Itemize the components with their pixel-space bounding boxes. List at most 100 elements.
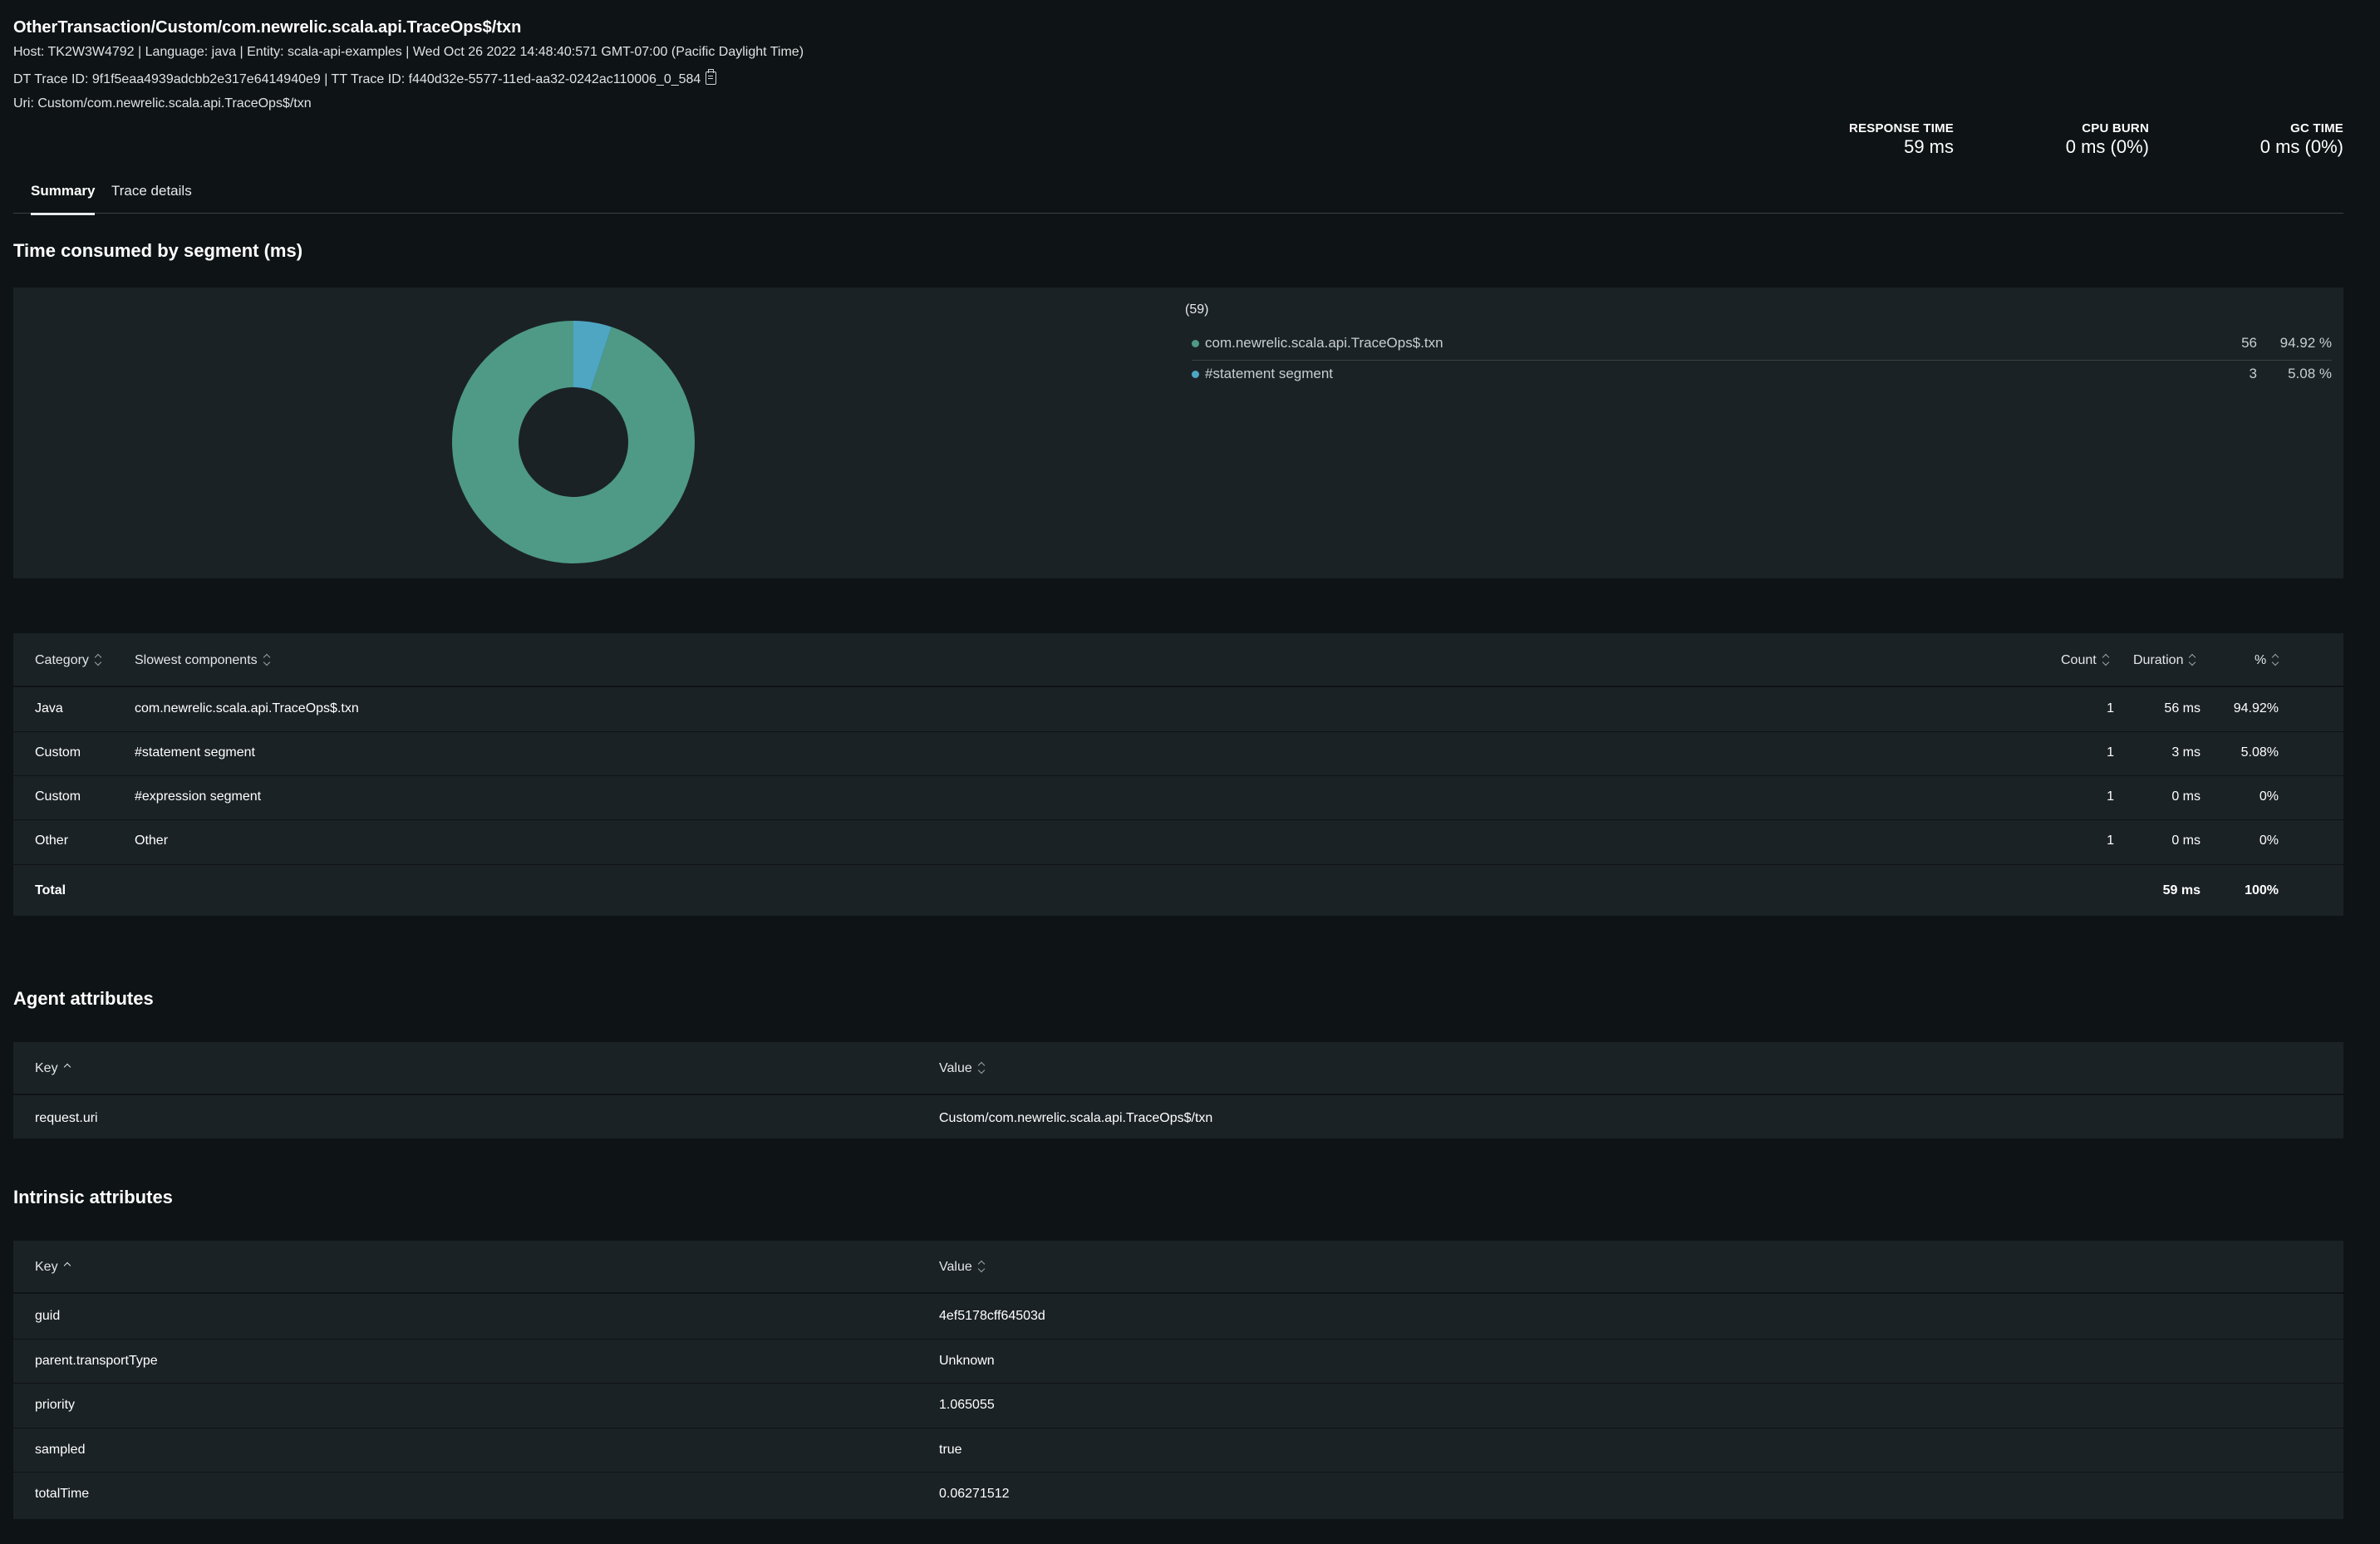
- sort-icon: [263, 653, 271, 666]
- cell-percent: 5.08%: [2240, 745, 2279, 760]
- column-value[interactable]: Value: [939, 1260, 986, 1275]
- column-key[interactable]: Key: [35, 1260, 71, 1275]
- sort-icon: [94, 653, 102, 666]
- column-label: Category: [35, 653, 89, 667]
- row-divider: [13, 864, 2343, 865]
- legend-item[interactable]: #statement segment 3 5.08 %: [1192, 361, 2332, 391]
- row-divider: [13, 1472, 2343, 1473]
- sort-icon: [2188, 653, 2196, 666]
- intrinsic-attributes-heading: Intrinsic attributes: [13, 1187, 173, 1207]
- cell-duration: 56 ms: [2164, 701, 2201, 715]
- attribute-key: totalTime: [35, 1487, 90, 1501]
- column-label: Value: [939, 1260, 972, 1274]
- row-divider: [13, 819, 2343, 820]
- legend-dot: [1192, 371, 1199, 378]
- column-value[interactable]: Value: [939, 1061, 986, 1076]
- legend-dot: [1192, 340, 1199, 347]
- cell-duration: 3 ms: [2171, 745, 2201, 760]
- column-label: Key: [35, 1260, 58, 1274]
- attribute-value: 0.06271512: [939, 1487, 1010, 1501]
- column-count[interactable]: Count: [2061, 653, 2110, 668]
- donut-slices: [452, 321, 695, 563]
- trace-ids: DT Trace ID: 9f1f5eaa4939adcbb2e317e6414…: [13, 69, 717, 87]
- legend-value: 56: [2241, 335, 2257, 351]
- column-label: %: [2255, 653, 2267, 667]
- metric-cpu-burn: CPU BURN 0 ms (0%): [2066, 121, 2149, 158]
- attribute-key: guid: [35, 1309, 61, 1323]
- attribute-key: sampled: [35, 1443, 86, 1457]
- transaction-title: OtherTransaction/Custom/com.newrelic.sca…: [13, 18, 522, 37]
- cell-percent: 94.92%: [2233, 701, 2279, 715]
- cell-count: 1: [2107, 833, 2114, 848]
- agent-attributes-heading: Agent attributes: [13, 988, 154, 1009]
- cell-percent: 0%: [2259, 789, 2279, 804]
- metric-value: 59 ms: [1904, 136, 1954, 157]
- cell-component: #statement segment: [135, 745, 255, 760]
- total-percent: 100%: [2245, 883, 2279, 897]
- column-slowest-components[interactable]: Slowest components: [135, 653, 271, 668]
- cell-category: Custom: [35, 789, 81, 804]
- intrinsic-attributes-table: [13, 1241, 2343, 1519]
- row-divider: [13, 775, 2343, 776]
- column-label: Value: [939, 1061, 972, 1075]
- tab-trace-details[interactable]: Trace details: [111, 183, 192, 213]
- sort-icon: [977, 1260, 986, 1273]
- column-percent[interactable]: %: [2255, 653, 2279, 668]
- uri-info: Uri: Custom/com.newrelic.scala.api.Trace…: [13, 96, 312, 111]
- metric-label: CPU BURN: [2082, 121, 2149, 135]
- components-table: [13, 633, 2343, 916]
- attribute-value: 1.065055: [939, 1398, 995, 1412]
- metric-label: RESPONSE TIME: [1849, 121, 1954, 135]
- cell-category: Java: [35, 701, 63, 715]
- total-label: Total: [35, 883, 66, 897]
- column-label: Count: [2061, 653, 2097, 667]
- attribute-value: Unknown: [939, 1354, 995, 1368]
- sort-icon: [63, 1061, 71, 1074]
- cell-count: 1: [2107, 789, 2114, 804]
- cell-component: #expression segment: [135, 789, 262, 804]
- legend-name: com.newrelic.scala.api.TraceOps$.txn: [1205, 335, 1443, 351]
- donut-chart: [452, 321, 695, 563]
- cell-percent: 0%: [2259, 833, 2279, 848]
- attribute-key: parent.transportType: [35, 1354, 158, 1368]
- column-duration[interactable]: Duration: [2133, 653, 2196, 668]
- column-category[interactable]: Category: [35, 653, 102, 668]
- segments-heading: Time consumed by segment (ms): [13, 240, 303, 261]
- metric-label: GC TIME: [2290, 121, 2343, 135]
- legend-percent: 5.08 %: [2288, 366, 2332, 381]
- attribute-key: request.uri: [35, 1111, 98, 1125]
- column-label: Duration: [2133, 653, 2184, 667]
- column-label: Key: [35, 1061, 58, 1075]
- cell-category: Other: [35, 833, 69, 848]
- attribute-key: priority: [35, 1398, 76, 1412]
- column-key[interactable]: Key: [35, 1061, 71, 1076]
- cell-count: 1: [2107, 745, 2114, 760]
- tab-bar: Summary Trace details: [13, 166, 2343, 215]
- cell-count: 1: [2107, 701, 2114, 715]
- row-divider: [13, 731, 2343, 732]
- header-divider: [13, 686, 2343, 687]
- sort-icon: [63, 1260, 71, 1273]
- metric-gc-time: GC TIME 0 ms (0%): [2260, 121, 2343, 158]
- legend-name: #statement segment: [1205, 366, 1334, 381]
- cell-component: com.newrelic.scala.api.TraceOps$.txn: [135, 701, 359, 715]
- clipboard-icon[interactable]: [706, 69, 717, 85]
- chart-total: (59): [1185, 302, 1209, 317]
- row-divider: [13, 1383, 2343, 1384]
- sort-icon: [2271, 653, 2279, 666]
- cell-duration: 0 ms: [2171, 789, 2201, 804]
- header-divider: [13, 1292, 2343, 1294]
- attribute-value: Custom/com.newrelic.scala.api.TraceOps$/…: [939, 1111, 1213, 1125]
- header-divider: [13, 1094, 2343, 1095]
- trace-ids-text: DT Trace ID: 9f1f5eaa4939adcbb2e317e6414…: [13, 72, 701, 86]
- tab-summary[interactable]: Summary: [31, 183, 96, 215]
- column-label: Slowest components: [135, 653, 258, 667]
- metric-value: 0 ms (0%): [2065, 136, 2149, 157]
- sort-icon: [977, 1061, 986, 1074]
- legend-item[interactable]: com.newrelic.scala.api.TraceOps$.txn 56 …: [1192, 330, 2332, 360]
- cell-component: Other: [135, 833, 169, 848]
- host-info: Host: TK2W3W4792 | Language: java | Enti…: [13, 45, 804, 59]
- attribute-value: true: [939, 1443, 962, 1457]
- sort-icon: [2102, 653, 2110, 666]
- metric-response-time: RESPONSE TIME 59 ms: [1849, 121, 1954, 158]
